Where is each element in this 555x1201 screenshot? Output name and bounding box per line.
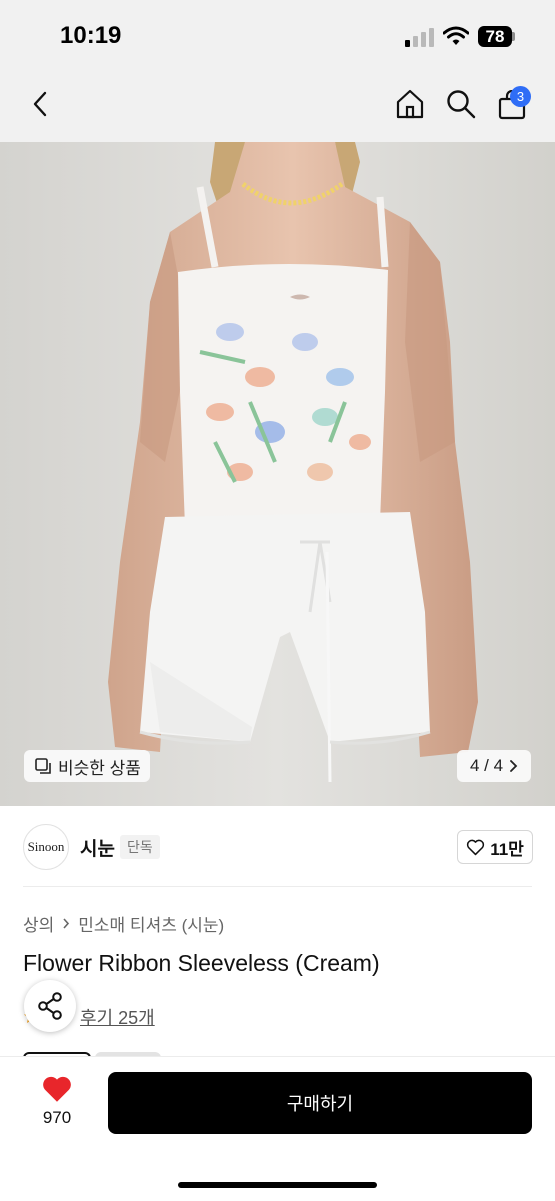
product-title: Flower Ribbon Sleeveless (Cream) xyxy=(23,950,380,976)
seller-name[interactable]: 시눈 xyxy=(80,834,115,861)
seller-like-count: 11만 xyxy=(490,839,524,859)
similar-items-icon xyxy=(34,757,52,775)
signal-icon xyxy=(405,27,435,47)
back-icon[interactable] xyxy=(24,88,56,120)
buy-button[interactable]: 구매하기 xyxy=(108,1072,532,1134)
home-indicator xyxy=(178,1182,377,1188)
home-icon[interactable] xyxy=(391,86,429,122)
search-icon[interactable] xyxy=(443,86,479,122)
chevron-right-icon xyxy=(509,759,518,773)
breadcrumb-subcategory[interactable]: 민소매 티셔츠 (시눈) xyxy=(78,911,224,936)
seller-like-button[interactable]: 11만 xyxy=(457,830,533,864)
wifi-icon xyxy=(442,26,470,46)
breadcrumb-category[interactable]: 상의 xyxy=(23,911,54,936)
seller-logo[interactable]: Sinoon xyxy=(23,824,69,870)
product-image[interactable] xyxy=(0,142,555,806)
similar-products-label: 비슷한 상품 xyxy=(58,758,141,778)
chevron-right-icon xyxy=(62,917,70,930)
status-time: 10:19 xyxy=(60,22,122,49)
image-page-indicator[interactable]: 4 / 4 xyxy=(457,750,531,782)
cart-count-badge: 3 xyxy=(510,86,531,107)
similar-products-button[interactable]: 비슷한 상품 xyxy=(24,750,150,782)
review-count-link[interactable]: 후기 25개 xyxy=(80,1004,155,1030)
exclusive-tag: 단독 xyxy=(120,835,160,859)
wishlist-count: 970 xyxy=(42,1108,72,1127)
share-icon xyxy=(37,992,63,1020)
battery-icon: 78 xyxy=(478,26,512,47)
page-indicator-label: 4 / 4 xyxy=(469,756,504,775)
breadcrumb: 상의 민소매 티셔츠 (시눈) xyxy=(23,911,224,936)
wishlist-heart-icon[interactable] xyxy=(41,1075,73,1103)
share-button[interactable] xyxy=(24,980,76,1032)
battery-cap xyxy=(512,32,515,41)
divider xyxy=(23,886,532,887)
heart-outline-icon xyxy=(466,839,485,856)
